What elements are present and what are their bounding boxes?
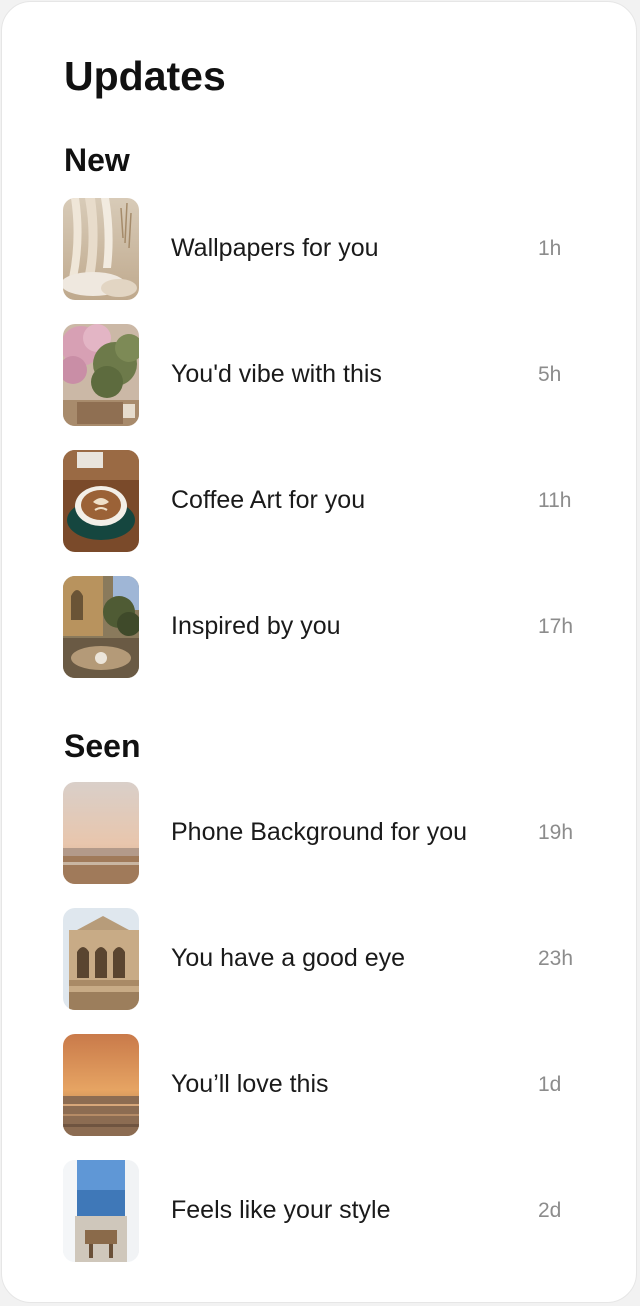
list-item-time: 17h xyxy=(538,615,574,638)
section-title-seen: Seen xyxy=(64,728,141,764)
list-item[interactable]: Wallpapers for you 1h xyxy=(2,198,636,300)
latte-art-thumbnail xyxy=(63,450,139,552)
latte-art-photo xyxy=(63,450,139,552)
outdoor-cafe-thumbnail xyxy=(63,576,139,678)
palace-balcony-photo xyxy=(63,908,139,1010)
page-title: Updates xyxy=(64,53,226,99)
sea-window-thumbnail xyxy=(63,1160,139,1262)
sunset-sea-thumbnail xyxy=(63,1034,139,1136)
beach-horizon-photo xyxy=(63,782,139,884)
blossom-tree-thumbnail xyxy=(63,324,139,426)
palace-balcony-thumbnail xyxy=(63,908,139,1010)
list-item[interactable]: Feels like your style 2d xyxy=(2,1160,636,1262)
list-item[interactable]: Inspired by you 17h xyxy=(2,576,636,678)
list-item-time: 11h xyxy=(538,489,572,512)
updates-screen: Updates New Wallpapers for you 1h You'd … xyxy=(1,1,637,1303)
list-item[interactable]: You’ll love this 1d xyxy=(2,1034,636,1136)
list-item-time: 5h xyxy=(538,363,562,386)
list-item[interactable]: You'd vibe with this 5h xyxy=(2,324,636,426)
list-item-title: You’ll love this xyxy=(171,1070,329,1098)
list-item-time: 1h xyxy=(538,237,562,260)
list-item-title: Phone Background for you xyxy=(171,818,468,846)
beige-curtain-photo xyxy=(63,198,139,300)
list-item-time: 19h xyxy=(538,821,574,844)
list-item-time: 1d xyxy=(538,1073,562,1096)
beige-curtain-thumbnail xyxy=(63,198,139,300)
outdoor-cafe-photo xyxy=(63,576,139,678)
list-item-title: Coffee Art for you xyxy=(171,486,366,514)
list-item[interactable]: You have a good eye 23h xyxy=(2,908,636,1010)
list-item-time: 2d xyxy=(538,1199,562,1222)
list-item-title: You have a good eye xyxy=(171,944,406,972)
sunset-sea-photo xyxy=(63,1034,139,1136)
beach-horizon-thumbnail xyxy=(63,782,139,884)
list-item-title: Feels like your style xyxy=(171,1196,391,1224)
list-item-title: Inspired by you xyxy=(171,612,341,640)
sea-window-photo xyxy=(63,1160,139,1262)
blossom-tree-photo xyxy=(63,324,139,426)
list-item-title: You'd vibe with this xyxy=(171,360,382,388)
list-item[interactable]: Phone Background for you 19h xyxy=(2,782,636,884)
section-title-new: New xyxy=(64,142,130,178)
list-item[interactable]: Coffee Art for you 11h xyxy=(2,450,636,552)
list-item-time: 23h xyxy=(538,947,574,970)
list-item-title: Wallpapers for you xyxy=(171,234,379,262)
